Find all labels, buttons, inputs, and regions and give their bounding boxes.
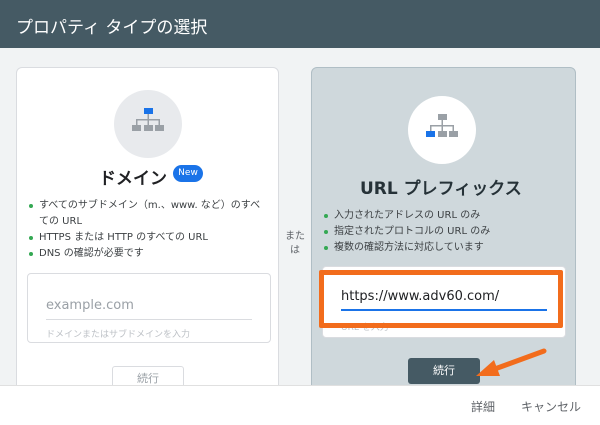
domain-input-hint: ドメインまたはサブドメインを入力 <box>46 330 191 340</box>
orange-highlight-box <box>319 270 563 328</box>
domain-input-box: example.com ドメインまたはサブドメインを入力 <box>27 273 271 343</box>
url-sitemap-icon <box>408 96 476 164</box>
new-badge: New <box>173 165 203 182</box>
dialog-title: プロパティ タイプの選択 <box>16 18 208 38</box>
domain-property-card[interactable]: ドメイン New すべてのサブドメイン（m.、www. など）のすべての URL… <box>16 67 279 407</box>
or-separator: または <box>285 231 305 256</box>
domain-card-title: ドメイン <box>99 169 167 189</box>
dialog-footer: 詳細 キャンセル <box>0 385 600 425</box>
dialog-header: プロパティ タイプの選択 <box>0 0 600 48</box>
cancel-button[interactable]: キャンセル <box>521 398 581 415</box>
list-item: 指定されたプロトコルの URL のみ <box>322 224 567 240</box>
domain-input[interactable]: example.com <box>46 290 252 320</box>
list-item: すべてのサブドメイン（m.、www. など）のすべての URL <box>27 198 267 230</box>
list-item: 入力されたアドレスの URL のみ <box>322 208 567 224</box>
domain-feature-list: すべてのサブドメイン（m.、www. など）のすべての URL HTTPS また… <box>27 198 267 262</box>
domain-sitemap-icon <box>114 90 182 158</box>
list-item: HTTPS または HTTP のすべての URL <box>27 230 267 246</box>
list-item: 複数の確認方法に対応しています <box>322 240 567 256</box>
details-button[interactable]: 詳細 <box>471 398 495 415</box>
url-feature-list: 入力されたアドレスの URL のみ 指定されたプロトコルの URL のみ 複数の… <box>322 208 567 256</box>
url-continue-button[interactable]: 続行 <box>408 358 480 384</box>
orange-arrow-icon <box>476 348 547 376</box>
url-card-title: URL プレフィックス <box>360 179 522 199</box>
list-item: DNS の確認が必要です <box>27 246 267 262</box>
